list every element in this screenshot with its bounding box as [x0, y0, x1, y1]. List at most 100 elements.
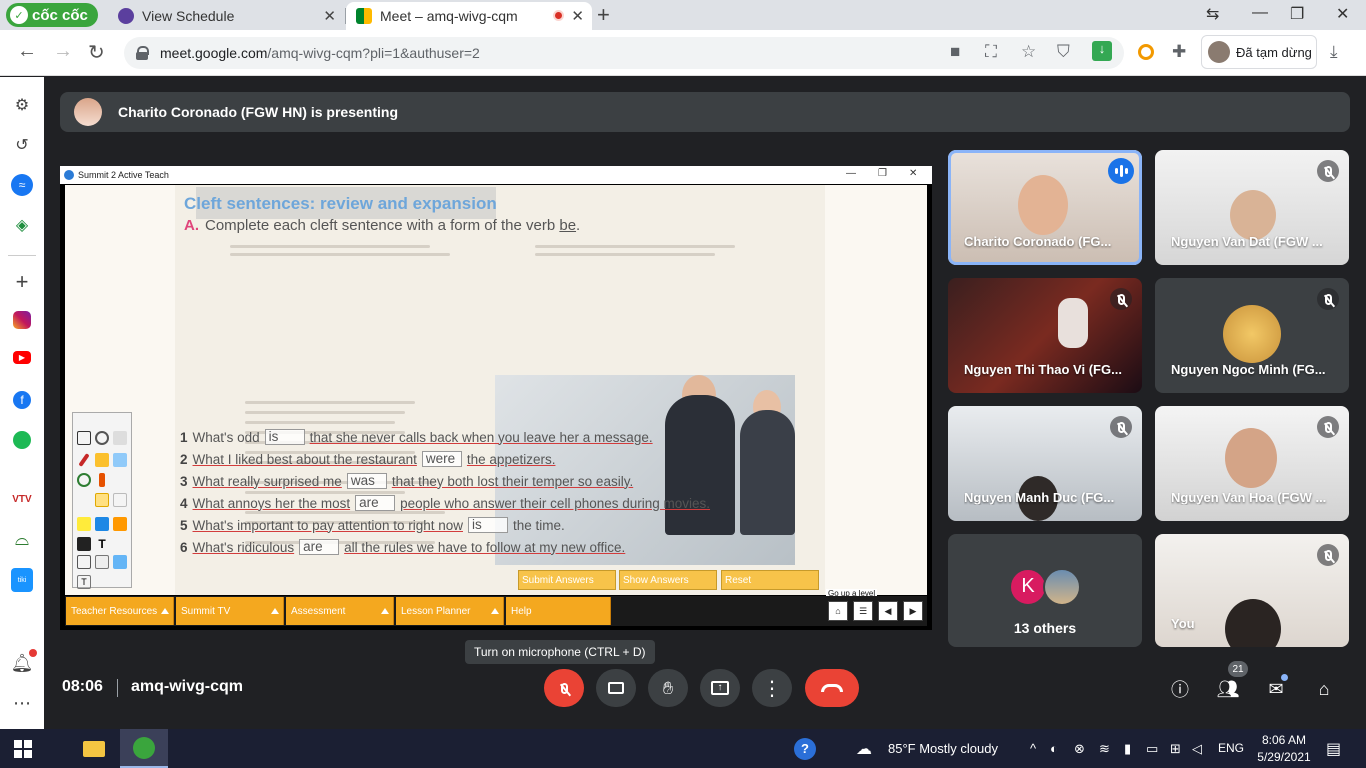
hand-icon[interactable]	[113, 431, 127, 445]
home-icon[interactable]: ⌂	[828, 601, 848, 621]
forward-icon[interactable]: →	[53, 40, 73, 63]
download-extension-icon[interactable]: ↓	[1092, 41, 1112, 61]
menu-teacher-resources[interactable]: Teacher Resources	[66, 597, 174, 625]
settings-gear-icon[interactable]: ⚙	[11, 94, 33, 116]
highlighter-icon[interactable]	[95, 453, 109, 467]
eraser-icon[interactable]	[113, 453, 127, 467]
coccoc-taskbar-icon[interactable]	[120, 729, 168, 768]
note-icon[interactable]	[95, 493, 109, 507]
participant-tile[interactable]: Nguyen Manh Duc (FG...	[948, 406, 1142, 521]
back-icon[interactable]: ←	[17, 40, 37, 63]
pen-icon[interactable]	[78, 453, 90, 467]
close-tab-icon[interactable]: ✕	[323, 7, 336, 25]
shared-screen[interactable]: Summit 2 Active Teach — ❐ ✕ Cleft senten…	[60, 166, 932, 630]
next-page-icon[interactable]: ▶	[903, 601, 923, 621]
answer-box[interactable]: are	[299, 539, 340, 555]
text-tool-icon[interactable]: T	[95, 537, 109, 551]
wifi-icon[interactable]: ≋	[1099, 741, 1110, 757]
raise-hand-button[interactable]: ✋︎	[648, 669, 688, 707]
network-icon[interactable]: ⊞	[1170, 741, 1181, 757]
present-button[interactable]: ↑	[700, 669, 740, 707]
participant-tile[interactable]: Nguyen Thi Thao Vi (FG...	[948, 278, 1142, 393]
zoom-icon[interactable]	[95, 431, 109, 445]
tab-meet[interactable]: Meet – amq-wivg-cqm ✕	[346, 2, 592, 30]
participant-tile[interactable]: Nguyen Van Dat (FGW ...	[1155, 150, 1349, 265]
history-icon[interactable]: ↺	[11, 134, 33, 156]
spotify-icon[interactable]	[13, 431, 31, 449]
self-tile[interactable]: You	[1155, 534, 1349, 647]
shield-icon[interactable]: ⛉	[1057, 42, 1070, 62]
vtv-go-icon[interactable]: VTV	[11, 488, 33, 510]
maximize-button[interactable]: ❐	[1290, 4, 1304, 24]
more-icon[interactable]: ⋯	[11, 692, 33, 714]
bookmark-star-icon[interactable]: ☆	[1021, 42, 1036, 62]
hat-icon[interactable]: ⌓	[11, 528, 33, 550]
grid-icon[interactable]	[77, 537, 91, 551]
answer-box[interactable]: are	[355, 495, 396, 511]
answer-box[interactable]: is	[467, 517, 508, 533]
answer-box[interactable]: was	[346, 473, 387, 489]
prev-page-icon[interactable]: ◀	[878, 601, 898, 621]
leave-call-button[interactable]	[805, 669, 859, 707]
address-bar[interactable]: meet.google.com /amq-wivg-cqm?pli=1&auth…	[124, 37, 1124, 69]
downloads-icon[interactable]: ⤓	[1330, 42, 1338, 62]
reset-button[interactable]: Reset	[721, 570, 819, 590]
camera-icon[interactable]: ■	[950, 42, 960, 62]
clock-time[interactable]: 8:06 AM	[1256, 733, 1312, 747]
participant-tile[interactable]: Nguyen Ngoc Minh (FG...	[1155, 278, 1349, 393]
help-icon[interactable]: ?	[794, 738, 816, 760]
translate-icon[interactable]: ⛶	[985, 42, 997, 62]
browser-brand[interactable]: ✓ cốc cốc	[6, 3, 98, 27]
extensions-puzzle-icon[interactable]: ✚	[1172, 42, 1186, 62]
clock-date[interactable]: 5/29/2021	[1254, 750, 1314, 764]
tray-app-icon[interactable]: ◐	[1050, 741, 1058, 756]
reload-icon[interactable]: ↻	[88, 40, 105, 65]
menu-help[interactable]: Help	[506, 597, 611, 625]
game-controller-icon[interactable]: ◈	[11, 214, 33, 236]
battery-icon[interactable]: ▭	[1146, 741, 1158, 757]
language-indicator[interactable]: ENG	[1218, 741, 1244, 755]
people-icon[interactable]: 👥︎	[1216, 677, 1240, 701]
list-icon[interactable]: ☰	[853, 601, 873, 621]
tiki-icon[interactable]: tiki	[11, 568, 33, 592]
start-button[interactable]	[0, 729, 46, 768]
answer-box[interactable]: is	[264, 429, 305, 445]
tray-status-icon[interactable]: ⊗	[1074, 741, 1085, 757]
text-box-icon[interactable]: T	[77, 575, 91, 589]
activities-icon[interactable]: ⌂	[1312, 677, 1336, 701]
key-icon[interactable]	[95, 555, 109, 569]
weather-text[interactable]: 85°F Mostly cloudy	[888, 741, 998, 756]
profile-button[interactable]: Đã tạm dừng	[1201, 35, 1317, 69]
close-tab-icon[interactable]: ✕	[571, 7, 584, 25]
add-icon[interactable]: +	[11, 269, 33, 294]
chevron-up-icon[interactable]: ^	[1030, 741, 1036, 756]
shape-icon[interactable]	[95, 517, 109, 531]
messenger-icon[interactable]: ≈	[11, 174, 33, 196]
participant-tile[interactable]: Charito Coronado (FG...	[948, 150, 1142, 265]
others-tile[interactable]: K 13 others	[948, 534, 1142, 647]
tab-view-schedule[interactable]: View Schedule ✕	[108, 2, 344, 30]
menu-assessment[interactable]: Assessment	[286, 597, 394, 625]
answer-box[interactable]: were	[421, 451, 462, 467]
menu-lesson-planner[interactable]: Lesson Planner	[396, 597, 504, 625]
facebook-icon[interactable]: f	[13, 391, 31, 409]
volume-icon[interactable]: ◁	[1192, 741, 1202, 757]
undo-icon[interactable]	[77, 473, 91, 487]
youtube-icon[interactable]: ▶	[13, 351, 31, 364]
action-center-icon[interactable]: ▤	[1326, 739, 1341, 759]
sticky-note-icon[interactable]	[77, 517, 91, 531]
folder-icon[interactable]	[113, 517, 127, 531]
file-explorer-icon[interactable]	[70, 729, 118, 768]
blank-tool-icon[interactable]	[113, 493, 127, 507]
edit-icon[interactable]	[77, 555, 91, 569]
meeting-details-icon[interactable]: ⓘ	[1168, 677, 1192, 701]
submit-answers-button[interactable]: Submit Answers	[518, 570, 616, 590]
instagram-icon[interactable]	[13, 311, 31, 329]
menu-summit-tv[interactable]: Summit TV	[176, 597, 284, 625]
chrome-extension-icon[interactable]	[1138, 44, 1154, 60]
marker-icon[interactable]	[99, 473, 105, 487]
camera-button[interactable]	[596, 669, 636, 707]
close-window-button[interactable]: ✕	[1336, 4, 1349, 24]
microphone-button[interactable]	[544, 669, 584, 707]
tab-search-icon[interactable]: ⇆	[1206, 4, 1219, 24]
